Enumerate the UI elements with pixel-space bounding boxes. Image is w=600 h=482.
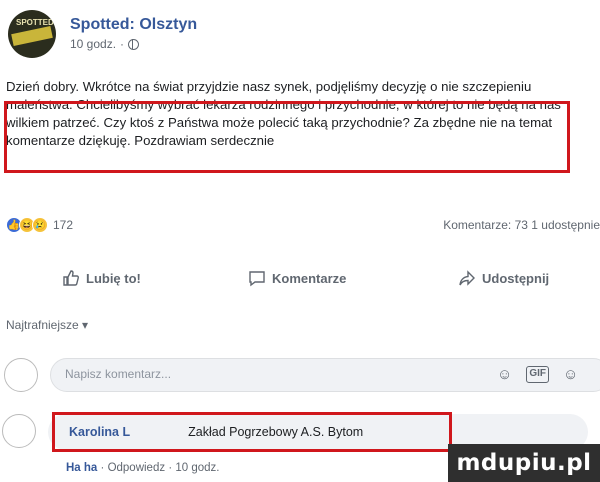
page-name-link[interactable]: Spotted: Olsztyn (70, 15, 197, 35)
avatar-badge (11, 25, 53, 47)
comments-count[interactable]: Komentarze: 73 (443, 218, 528, 232)
separator-dot: · (100, 462, 108, 474)
haha-reaction-link[interactable]: Ha ha (66, 462, 97, 474)
comments-shares-count: Komentarze: 73 1 udostępnie (443, 218, 600, 232)
separator-dot: · (120, 37, 125, 51)
like-button[interactable]: Lubię to! (62, 269, 141, 287)
share-button[interactable]: Udostępnij (458, 269, 549, 287)
commenter-avatar[interactable] (2, 414, 36, 448)
reply-link[interactable]: Odpowiedz (108, 462, 166, 474)
page-avatar[interactable]: SPOTTED (8, 10, 56, 58)
comment-highlight-box: Karolina L Zakład Pogrzebowy A.S. Bytom (52, 412, 452, 452)
gif-icon[interactable]: GIF (526, 366, 549, 383)
sticker-icon[interactable]: ☺ (563, 366, 578, 383)
post-header-text: Spotted: Olsztyn 10 godz. · (70, 15, 197, 53)
reactions-summary: 👍 😆 😢 172 Komentarze: 73 1 udostępnie (6, 216, 600, 234)
share-arrow-icon (459, 270, 475, 286)
comment-input-icons: ☺ GIF ☺ (497, 366, 578, 383)
shares-count[interactable]: 1 udostępnie (531, 218, 600, 232)
post-header: SPOTTED Spotted: Olsztyn 10 godz. · (8, 10, 197, 58)
comment-button[interactable]: Komentarze (248, 269, 346, 287)
user-avatar (4, 358, 38, 392)
watermark-logo: mdupiu.pl (448, 444, 600, 482)
post-text: Dzień dobry. Wkrótce na świat przyjdzie … (6, 79, 561, 148)
share-label: Udostępnij (482, 270, 550, 286)
post-actions: Lubię to! Komentarze Udostępnij (0, 262, 600, 294)
comment-sort-dropdown[interactable]: Najtrafniejsze ▾ (6, 318, 88, 332)
globe-icon (128, 38, 140, 50)
like-label: Lubię to! (86, 270, 141, 286)
comment-time[interactable]: 10 godz. (175, 462, 219, 474)
reaction-count[interactable]: 172 (53, 218, 73, 232)
post-meta: 10 godz. · (70, 35, 197, 53)
comment-input-row: ☺ GIF ☺ (0, 355, 600, 395)
comment-text: Zakład Pogrzebowy A.S. Bytom (188, 425, 364, 439)
comment-label: Komentarze (272, 270, 347, 286)
thumbs-up-icon (63, 270, 79, 286)
post-time[interactable]: 10 godz. (70, 35, 116, 53)
comment-input-pill[interactable]: ☺ GIF ☺ (50, 358, 600, 392)
comment-author[interactable]: Karolina L (69, 425, 130, 439)
avatar-logo-text: SPOTTED (16, 18, 54, 27)
emoji-icon[interactable]: ☺ (497, 366, 512, 383)
comment-actions: Ha ha · Odpowiedz · 10 godz. (66, 462, 219, 474)
comment-input[interactable] (65, 367, 425, 381)
comment-bubble-icon (249, 271, 265, 287)
sad-reaction-icon[interactable]: 😢 (32, 217, 48, 233)
